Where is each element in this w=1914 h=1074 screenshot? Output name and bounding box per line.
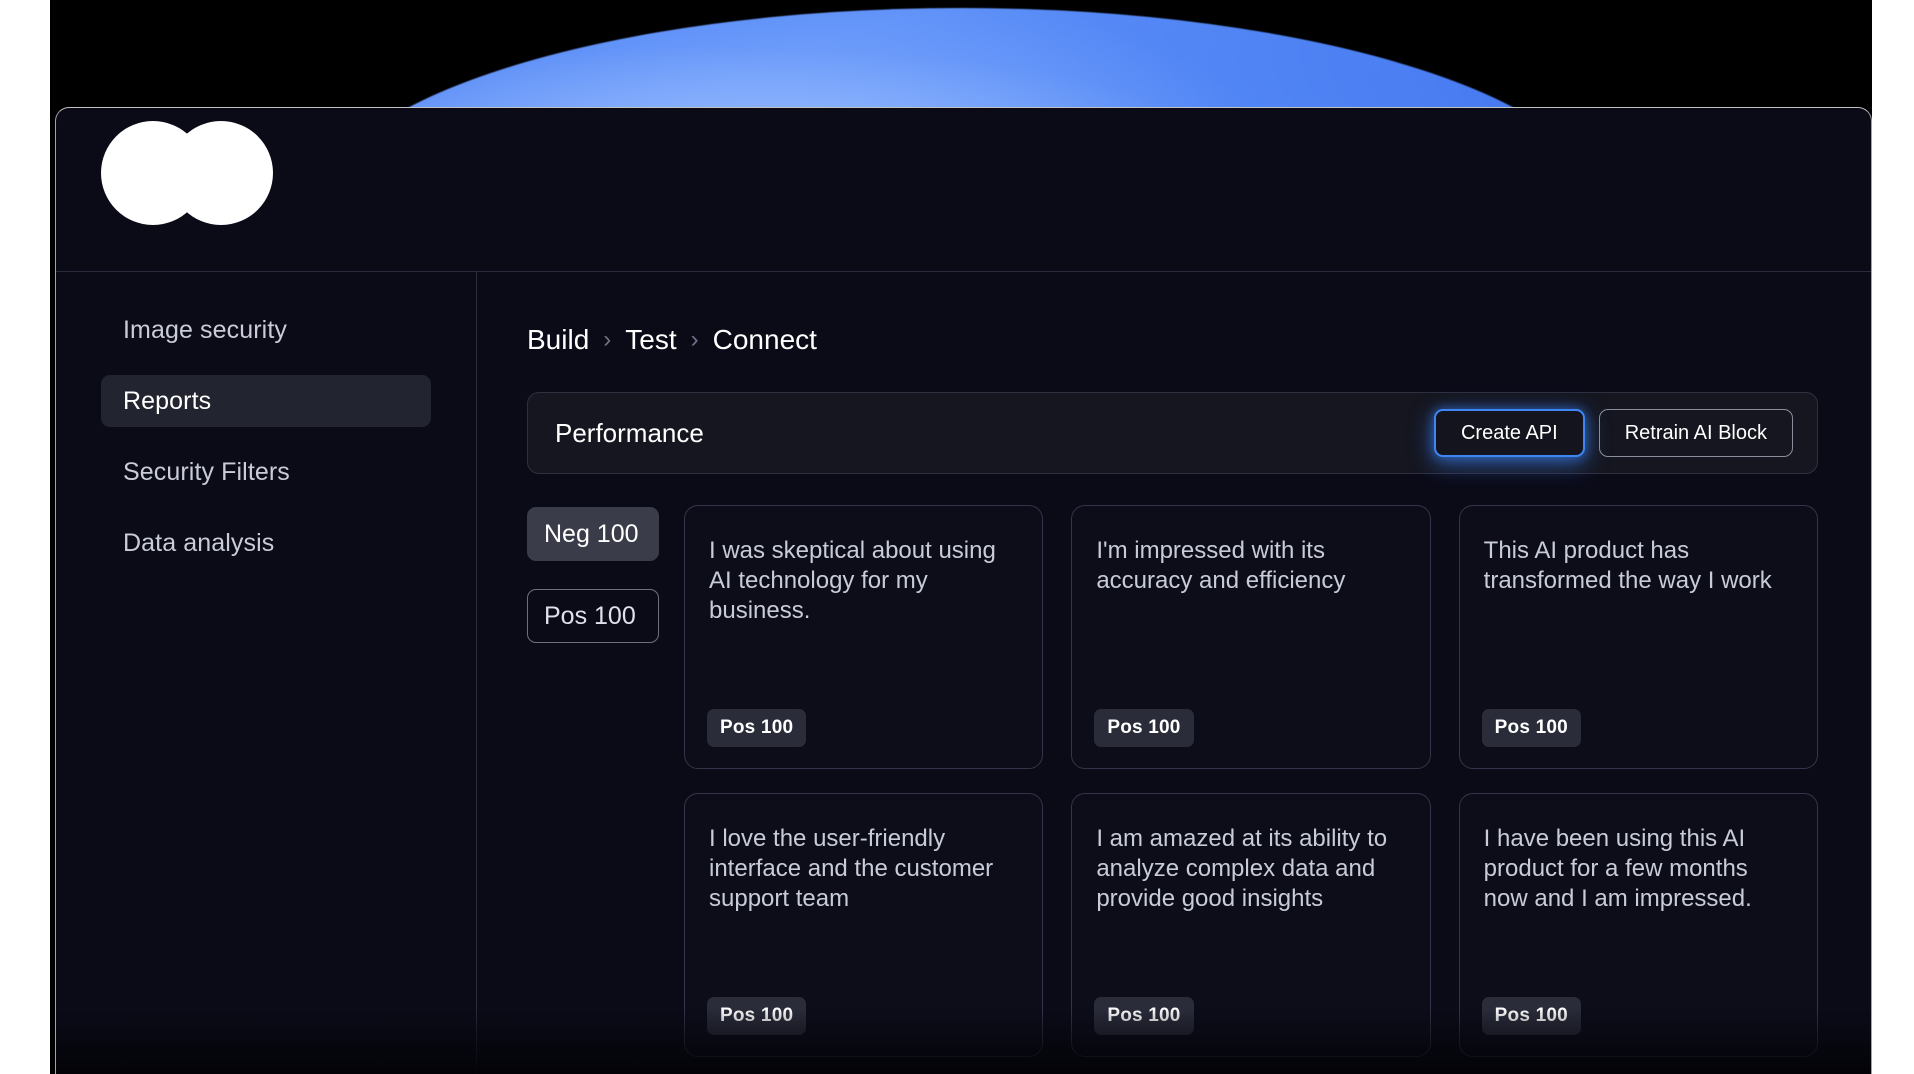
sidebar-item-label: Data analysis <box>123 529 274 558</box>
sidebar: Image security Reports Security Filters … <box>56 272 477 1074</box>
feedback-card-text: This AI product has transformed the way … <box>1484 536 1795 596</box>
performance-title: Performance <box>555 418 1434 449</box>
feedback-card[interactable]: This AI product has transformed the way … <box>1459 505 1818 769</box>
status-badge: Pos 100 <box>1094 997 1193 1035</box>
sidebar-item-label: Security Filters <box>123 458 290 487</box>
feedback-card-text: I'm impressed with its accuracy and effi… <box>1096 536 1407 596</box>
feedback-card-text: I was skeptical about using AI technolog… <box>709 536 1020 627</box>
logo-circle-right <box>169 121 273 225</box>
content-row: Neg 100 Pos 100 I was skeptical about us… <box>527 505 1818 1057</box>
filter-chip-pos[interactable]: Pos 100 <box>527 589 659 643</box>
sidebar-item-label: Image security <box>123 316 287 345</box>
feedback-card-text: I am amazed at its ability to analyze co… <box>1096 824 1407 915</box>
breadcrumb-item-connect[interactable]: Connect <box>713 324 817 356</box>
app-body: Image security Reports Security Filters … <box>56 272 1871 1074</box>
status-badge: Pos 100 <box>707 997 806 1035</box>
filter-chip-list: Neg 100 Pos 100 <box>527 505 684 1057</box>
app-panel: Image security Reports Security Filters … <box>55 107 1872 1074</box>
feedback-cards-grid: I was skeptical about using AI technolog… <box>684 505 1818 1057</box>
chevron-right-icon: › <box>603 328 611 352</box>
sidebar-item-image-security[interactable]: Image security <box>101 304 431 356</box>
sidebar-item-label: Reports <box>123 387 211 416</box>
sidebar-item-reports[interactable]: Reports <box>101 375 431 427</box>
sidebar-item-security-filters[interactable]: Security Filters <box>101 446 431 498</box>
status-badge: Pos 100 <box>707 709 806 747</box>
screen: Image security Reports Security Filters … <box>0 0 1914 1074</box>
feedback-card[interactable]: I have been using this AI product for a … <box>1459 793 1818 1057</box>
breadcrumb-item-build[interactable]: Build <box>527 324 589 356</box>
feedback-card[interactable]: I love the user-friendly interface and t… <box>684 793 1043 1057</box>
status-badge: Pos 100 <box>1482 709 1581 747</box>
sidebar-item-data-analysis[interactable]: Data analysis <box>101 517 431 569</box>
feedback-card[interactable]: I am amazed at its ability to analyze co… <box>1071 793 1430 1057</box>
breadcrumb-item-test[interactable]: Test <box>625 324 676 356</box>
app-header <box>56 108 1871 272</box>
chevron-right-icon: › <box>691 328 699 352</box>
create-api-button[interactable]: Create API <box>1434 409 1585 457</box>
feedback-card[interactable]: I'm impressed with its accuracy and effi… <box>1071 505 1430 769</box>
feedback-card-text: I love the user-friendly interface and t… <box>709 824 1020 915</box>
feedback-card-text: I have been using this AI product for a … <box>1484 824 1795 915</box>
two-circles-logo[interactable] <box>101 121 273 225</box>
breadcrumb: Build › Test › Connect <box>527 324 1818 356</box>
status-badge: Pos 100 <box>1094 709 1193 747</box>
retrain-ai-block-button[interactable]: Retrain AI Block <box>1599 409 1793 457</box>
status-badge: Pos 100 <box>1482 997 1581 1035</box>
main-content: Build › Test › Connect Performance Creat… <box>477 272 1871 1074</box>
filter-chip-neg[interactable]: Neg 100 <box>527 507 659 561</box>
performance-panel: Performance Create API Retrain AI Block <box>527 392 1818 474</box>
feedback-card[interactable]: I was skeptical about using AI technolog… <box>684 505 1043 769</box>
